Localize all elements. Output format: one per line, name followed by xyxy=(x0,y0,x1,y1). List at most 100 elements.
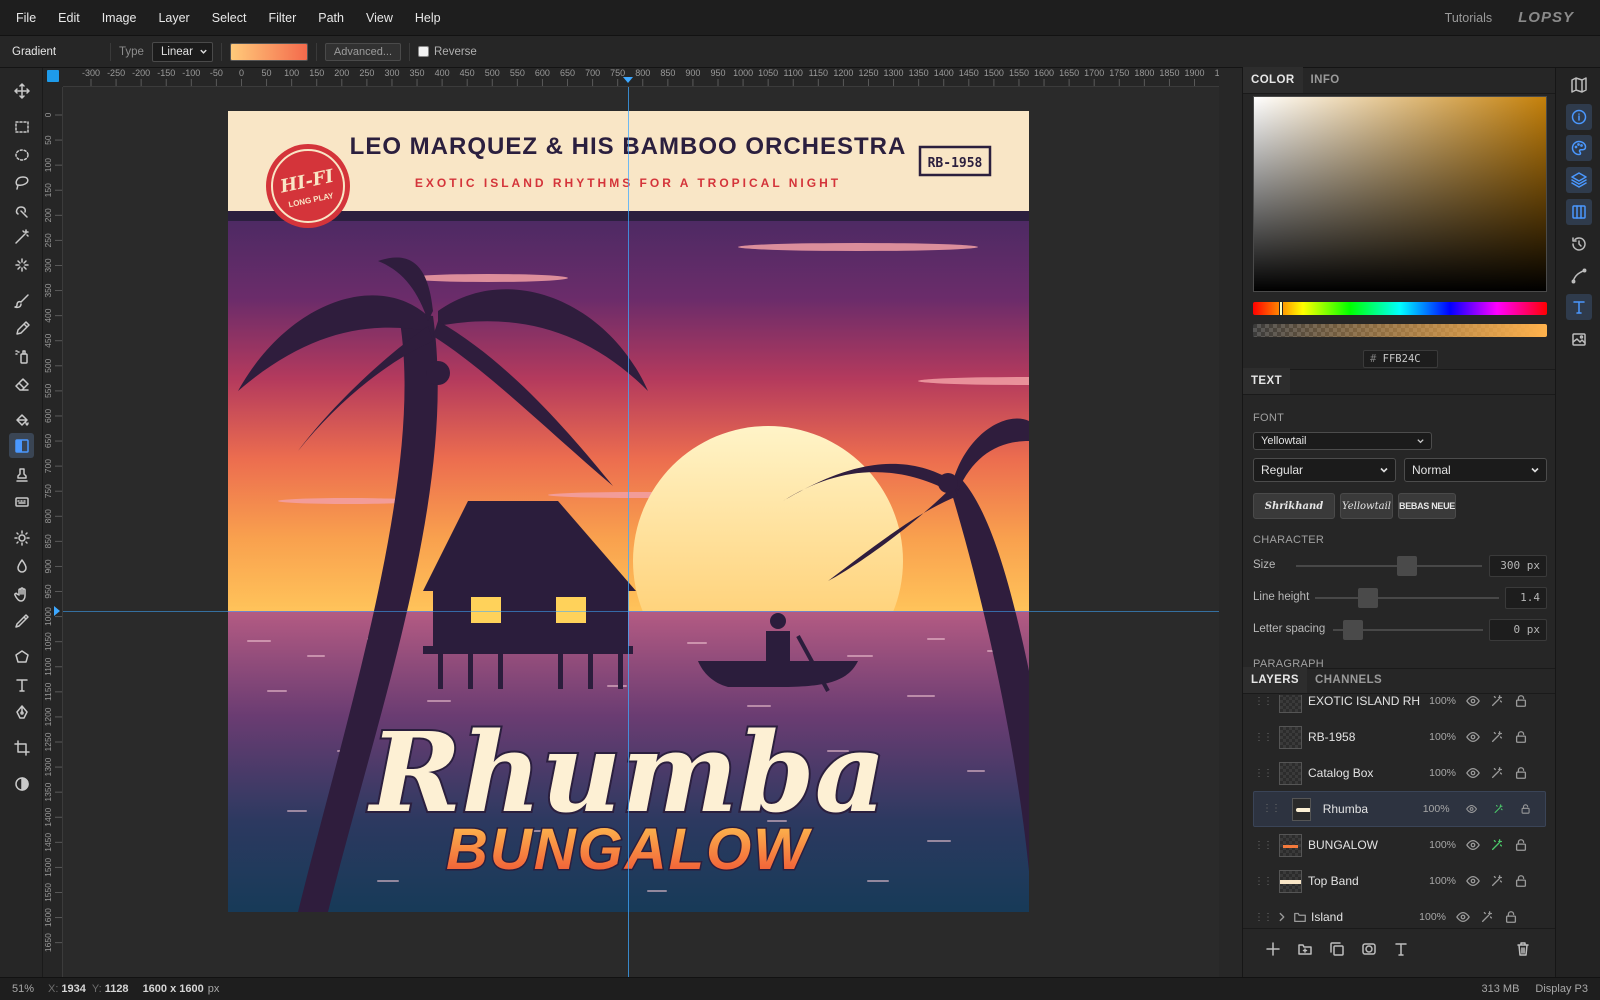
navigator-button[interactable] xyxy=(1566,72,1592,98)
eye-icon[interactable] xyxy=(1466,695,1480,708)
color-button[interactable] xyxy=(1566,135,1592,161)
layer-row[interactable]: ⋮⋮ RB-1958 100% xyxy=(1253,719,1546,755)
effects-icon[interactable] xyxy=(1490,874,1504,888)
hue-slider[interactable] xyxy=(1253,301,1547,316)
hex-input[interactable]: # FFB24C xyxy=(1363,350,1438,368)
image-button[interactable] xyxy=(1566,326,1592,352)
eraser-tool[interactable] xyxy=(9,371,34,396)
drag-handle-icon[interactable]: ⋮⋮ xyxy=(1253,912,1273,923)
layers-button[interactable] xyxy=(1566,167,1592,193)
gradient-swatch[interactable] xyxy=(229,42,308,61)
font-preset-bebas[interactable]: BEBAS NEUE xyxy=(1398,493,1456,519)
layer-row-selected[interactable]: ⋮⋮ Rhumba 100% xyxy=(1253,791,1546,827)
hand-tool[interactable] xyxy=(9,581,34,606)
size-input[interactable]: 300 px xyxy=(1489,555,1547,577)
drag-handle-icon[interactable]: ⋮⋮ xyxy=(1253,840,1273,851)
stamp-tool[interactable] xyxy=(9,462,34,487)
fill-tool[interactable] xyxy=(9,407,34,432)
lock-icon[interactable] xyxy=(1514,695,1528,708)
menu-image[interactable]: Image xyxy=(91,0,148,36)
layer-row[interactable]: ⋮⋮ Catalog Box 100% xyxy=(1253,755,1546,791)
text-button[interactable] xyxy=(1566,294,1592,320)
lasso-tool[interactable] xyxy=(9,169,34,194)
tab-layers[interactable]: LAYERS xyxy=(1243,667,1307,693)
drag-handle-icon[interactable]: ⋮⋮ xyxy=(1253,876,1273,887)
effects-icon[interactable] xyxy=(1490,695,1504,708)
eye-icon[interactable] xyxy=(1456,910,1470,924)
eye-icon[interactable] xyxy=(1465,802,1477,816)
duplicate-layer-button[interactable] xyxy=(1327,939,1347,959)
eye-icon[interactable] xyxy=(1466,766,1480,780)
add-text-layer-button[interactable] xyxy=(1391,939,1411,959)
tab-info[interactable]: INFO xyxy=(1303,67,1348,93)
effects-icon[interactable] xyxy=(1493,802,1504,816)
horizontal-guide[interactable] xyxy=(63,611,1219,612)
lock-icon[interactable] xyxy=(1514,874,1528,888)
lock-icon[interactable] xyxy=(1514,838,1528,852)
ruler-origin-button[interactable] xyxy=(47,70,59,82)
mask-tool[interactable] xyxy=(9,771,34,796)
line-height-slider-handle[interactable] xyxy=(1358,588,1378,608)
magic-wand-tool[interactable] xyxy=(9,224,34,249)
rect-select-tool[interactable] xyxy=(9,114,34,139)
lock-icon[interactable] xyxy=(1520,802,1531,816)
font-preset-shrikhand[interactable]: Shrikhand xyxy=(1253,493,1335,519)
color-field[interactable] xyxy=(1253,96,1547,292)
chevron-right-icon[interactable] xyxy=(1275,910,1289,924)
drag-handle-icon[interactable]: ⋮⋮ xyxy=(1262,800,1281,818)
vertical-guide[interactable] xyxy=(628,87,629,977)
font-variant-select[interactable]: Normal xyxy=(1404,458,1547,482)
effects-icon[interactable] xyxy=(1490,766,1504,780)
dodge-tool[interactable] xyxy=(9,525,34,550)
drag-handle-icon[interactable]: ⋮⋮ xyxy=(1253,732,1273,743)
size-slider-handle[interactable] xyxy=(1397,556,1417,576)
polygon-tool[interactable] xyxy=(9,644,34,669)
menu-help[interactable]: Help xyxy=(404,0,452,36)
tutorials-link[interactable]: Tutorials xyxy=(1445,11,1492,25)
history-button[interactable] xyxy=(1566,231,1592,257)
menu-file[interactable]: File xyxy=(0,0,47,36)
gradient-tool[interactable] xyxy=(9,433,34,458)
vertical-ruler[interactable]: 0 50 100 150 200 250 300 350 400 450 500 550 600 650 7… xyxy=(43,87,63,977)
drag-handle-icon[interactable]: ⋮⋮ xyxy=(1253,768,1273,779)
lock-icon[interactable] xyxy=(1504,910,1518,924)
eye-icon[interactable] xyxy=(1466,874,1480,888)
lock-icon[interactable] xyxy=(1514,730,1528,744)
spray-tool[interactable] xyxy=(9,343,34,368)
letter-spacing-slider-handle[interactable] xyxy=(1343,620,1363,640)
menu-view[interactable]: View xyxy=(355,0,404,36)
eye-icon[interactable] xyxy=(1466,838,1480,852)
tab-text[interactable]: TEXT xyxy=(1243,368,1290,394)
add-mask-button[interactable] xyxy=(1359,939,1379,959)
menu-select[interactable]: Select xyxy=(201,0,258,36)
pattern-tool[interactable] xyxy=(9,489,34,514)
type-tool[interactable] xyxy=(9,672,34,697)
alpha-slider[interactable] xyxy=(1253,324,1547,337)
layers-list[interactable]: ⋮⋮ EXOTIC ISLAND RH 100% ⋮⋮ RB-1958 100%… xyxy=(1243,695,1556,927)
menu-edit[interactable]: Edit xyxy=(47,0,91,36)
font-family-select[interactable]: Yellowtail xyxy=(1253,432,1432,450)
menu-path[interactable]: Path xyxy=(307,0,355,36)
new-group-button[interactable] xyxy=(1295,939,1315,959)
pen-tool[interactable] xyxy=(9,699,34,724)
layer-group-row[interactable]: ⋮⋮ Island 100% xyxy=(1253,899,1546,927)
brush-tool[interactable] xyxy=(9,288,34,313)
eyedropper-tool[interactable] xyxy=(9,608,34,633)
move-tool[interactable] xyxy=(9,78,34,103)
crop-tool[interactable] xyxy=(9,735,34,760)
drag-handle-icon[interactable]: ⋮⋮ xyxy=(1253,696,1273,707)
layer-row[interactable]: ⋮⋮ EXOTIC ISLAND RH 100% xyxy=(1253,695,1546,719)
hue-handle[interactable] xyxy=(1279,301,1283,316)
letter-spacing-slider[interactable] xyxy=(1333,620,1483,640)
layer-row[interactable]: ⋮⋮ Top Band 100% xyxy=(1253,863,1546,899)
size-slider[interactable] xyxy=(1296,556,1482,576)
horizontal-ruler[interactable]: -300 -250 -200 -150 -100 -50 0 50 100 150 200 250 30… xyxy=(63,68,1219,87)
guide-marker[interactable] xyxy=(623,77,633,83)
spot-heal-tool[interactable] xyxy=(9,252,34,277)
effects-icon[interactable] xyxy=(1480,910,1494,924)
info-button[interactable] xyxy=(1566,104,1592,130)
channels-button[interactable] xyxy=(1566,199,1592,225)
gradient-type-select[interactable]: Linear xyxy=(151,41,213,62)
zoom-level[interactable]: 51% xyxy=(12,983,48,995)
pencil-tool[interactable] xyxy=(9,316,34,341)
